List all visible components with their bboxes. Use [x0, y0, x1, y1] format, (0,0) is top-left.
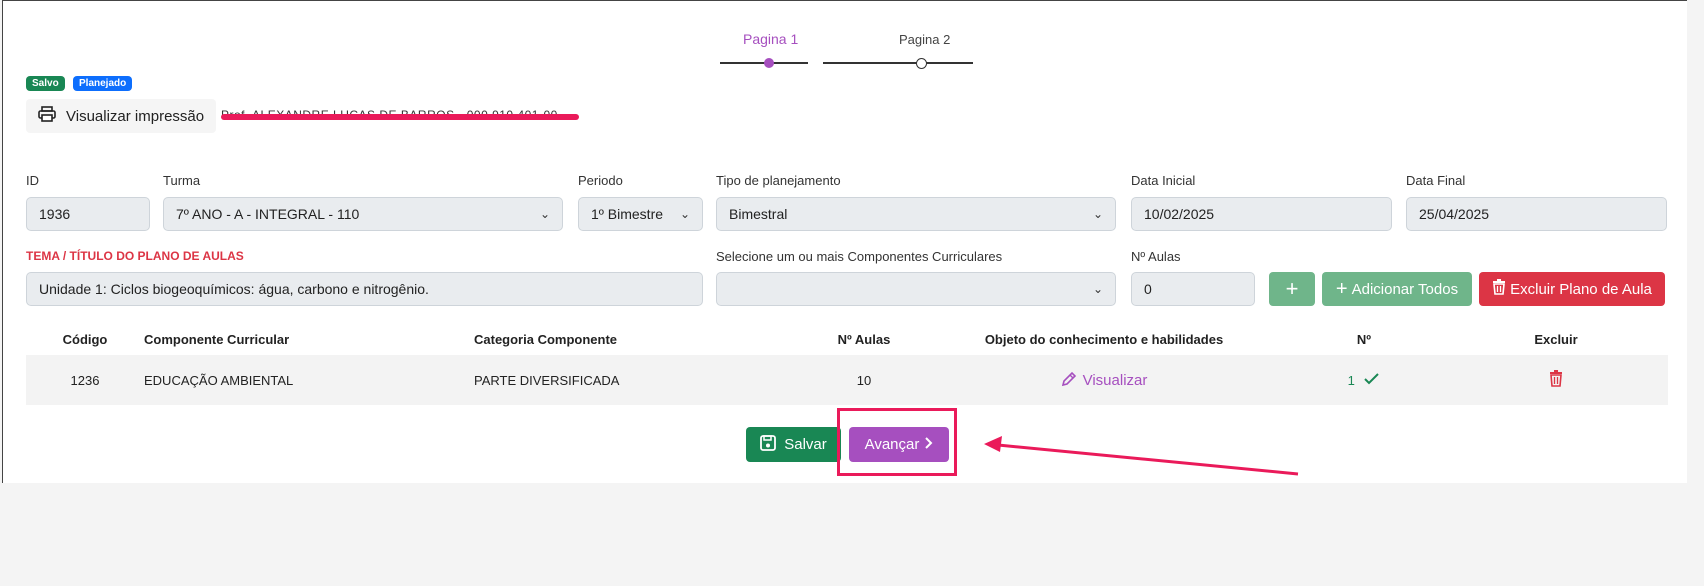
cell-codigo: 1236	[26, 355, 144, 405]
data-final-field[interactable]: 25/04/2025	[1406, 197, 1667, 231]
save-button[interactable]: Salvar	[746, 427, 841, 462]
periodo-select[interactable]: 1º Bimestre ⌄	[578, 197, 703, 231]
tipo-select[interactable]: Bimestral ⌄	[716, 197, 1116, 231]
plus-icon: +	[1285, 276, 1299, 301]
view-objects-link[interactable]: Visualizar	[1061, 371, 1148, 389]
data-final-label: Data Final	[1406, 173, 1466, 188]
periodo-value: 1º Bimestre	[591, 206, 664, 222]
col-objeto: Objeto do conhecimento e habilidades	[984, 331, 1224, 347]
n-value: 1	[1347, 372, 1355, 388]
col-componente: Componente Curricular	[144, 331, 290, 347]
cell-objeto: Visualizar	[924, 355, 1284, 405]
trash-icon	[1492, 279, 1506, 299]
chevron-down-icon: ⌄	[679, 207, 690, 221]
add-all-button[interactable]: + Adicionar Todos	[1322, 272, 1472, 306]
chevron-down-icon: ⌄	[1092, 207, 1103, 221]
status-badge-saved: Salvo	[26, 76, 65, 91]
cell-excluir	[1444, 355, 1668, 405]
id-label: ID	[26, 173, 39, 188]
n-aulas-input[interactable]: 0	[1131, 272, 1255, 306]
turma-select[interactable]: 7º ANO - A - INTEGRAL - 110 ⌄	[163, 197, 563, 231]
check-icon	[1358, 372, 1380, 388]
table-row: 1236 EDUCAÇÃO AMBIENTAL PARTE DIVERSIFIC…	[26, 355, 1668, 405]
data-inicial-label: Data Inicial	[1131, 173, 1196, 188]
data-final-value: 25/04/2025	[1419, 206, 1490, 222]
step-dot-active[interactable]	[764, 58, 774, 68]
data-inicial-value: 10/02/2025	[1144, 206, 1215, 222]
cell-aulas: 10	[804, 355, 924, 405]
chevron-down-icon: ⌄	[1092, 282, 1103, 296]
cell-n: 1	[1284, 355, 1444, 405]
id-field[interactable]: 1936	[26, 197, 150, 231]
trash-icon[interactable]	[1549, 370, 1563, 390]
col-aulas: Nº Aulas	[837, 331, 891, 347]
col-n: Nº	[1356, 331, 1372, 347]
redacted-teacher-info: Prof. ALEXANDRE LUCAS DE BARROS - 000.91…	[221, 108, 585, 122]
table-header-row: Código Componente Curricular Categoria C…	[26, 323, 1668, 355]
print-preview-label: Visualizar impressão	[66, 107, 205, 125]
redaction-mark	[221, 114, 579, 120]
components-table: Código Componente Curricular Categoria C…	[26, 323, 1668, 405]
n-aulas-label: Nº Aulas	[1131, 249, 1181, 264]
add-component-button[interactable]: +	[1269, 272, 1315, 306]
cell-categoria: PARTE DIVERSIFICADA	[474, 355, 804, 405]
step-page-1[interactable]: Pagina 1	[743, 31, 798, 47]
componentes-select[interactable]: ⌄	[716, 272, 1116, 306]
turma-label: Turma	[163, 173, 201, 188]
data-inicial-field[interactable]: 10/02/2025	[1131, 197, 1392, 231]
tipo-label: Tipo de planejamento	[716, 173, 841, 188]
annotation-highlight-box	[837, 408, 957, 476]
printer-icon	[38, 106, 56, 126]
turma-value: 7º ANO - A - INTEGRAL - 110	[176, 206, 360, 222]
plus-icon: +	[1335, 277, 1348, 300]
step-dot-inactive[interactable]	[916, 58, 927, 69]
col-categoria: Categoria Componente	[474, 331, 618, 347]
save-label: Salvar	[784, 436, 827, 453]
componentes-label: Selecione um ou mais Componentes Curricu…	[716, 249, 1003, 264]
add-all-label: Adicionar Todos	[1351, 280, 1459, 298]
col-codigo: Código	[62, 331, 108, 347]
tema-value: Unidade 1: Ciclos biogeoquímicos: água, …	[39, 281, 429, 297]
status-badge-planned: Planejado	[73, 76, 133, 91]
periodo-label: Periodo	[578, 173, 623, 188]
tipo-value: Bimestral	[729, 206, 788, 222]
print-preview-button[interactable]: Visualizar impressão	[26, 99, 217, 133]
tema-input[interactable]: Unidade 1: Ciclos biogeoquímicos: água, …	[26, 272, 703, 306]
n-aulas-value: 0	[1144, 281, 1152, 297]
floppy-disk-icon	[760, 434, 777, 455]
pencil-icon	[1061, 371, 1083, 389]
delete-plan-button[interactable]: Excluir Plano de Aula	[1479, 272, 1665, 306]
chevron-down-icon: ⌄	[539, 207, 550, 221]
cell-componente: EDUCAÇÃO AMBIENTAL	[144, 355, 474, 405]
stepper-line	[823, 62, 973, 64]
id-value: 1936	[39, 206, 71, 222]
col-excluir: Excluir	[1534, 331, 1578, 347]
step-page-2[interactable]: Pagina 2	[899, 32, 950, 47]
delete-plan-label: Excluir Plano de Aula	[1510, 280, 1652, 298]
view-objects-label: Visualizar	[1082, 372, 1148, 389]
tema-label: TEMA / TÍTULO DO PLANO DE AULAS	[26, 249, 244, 263]
